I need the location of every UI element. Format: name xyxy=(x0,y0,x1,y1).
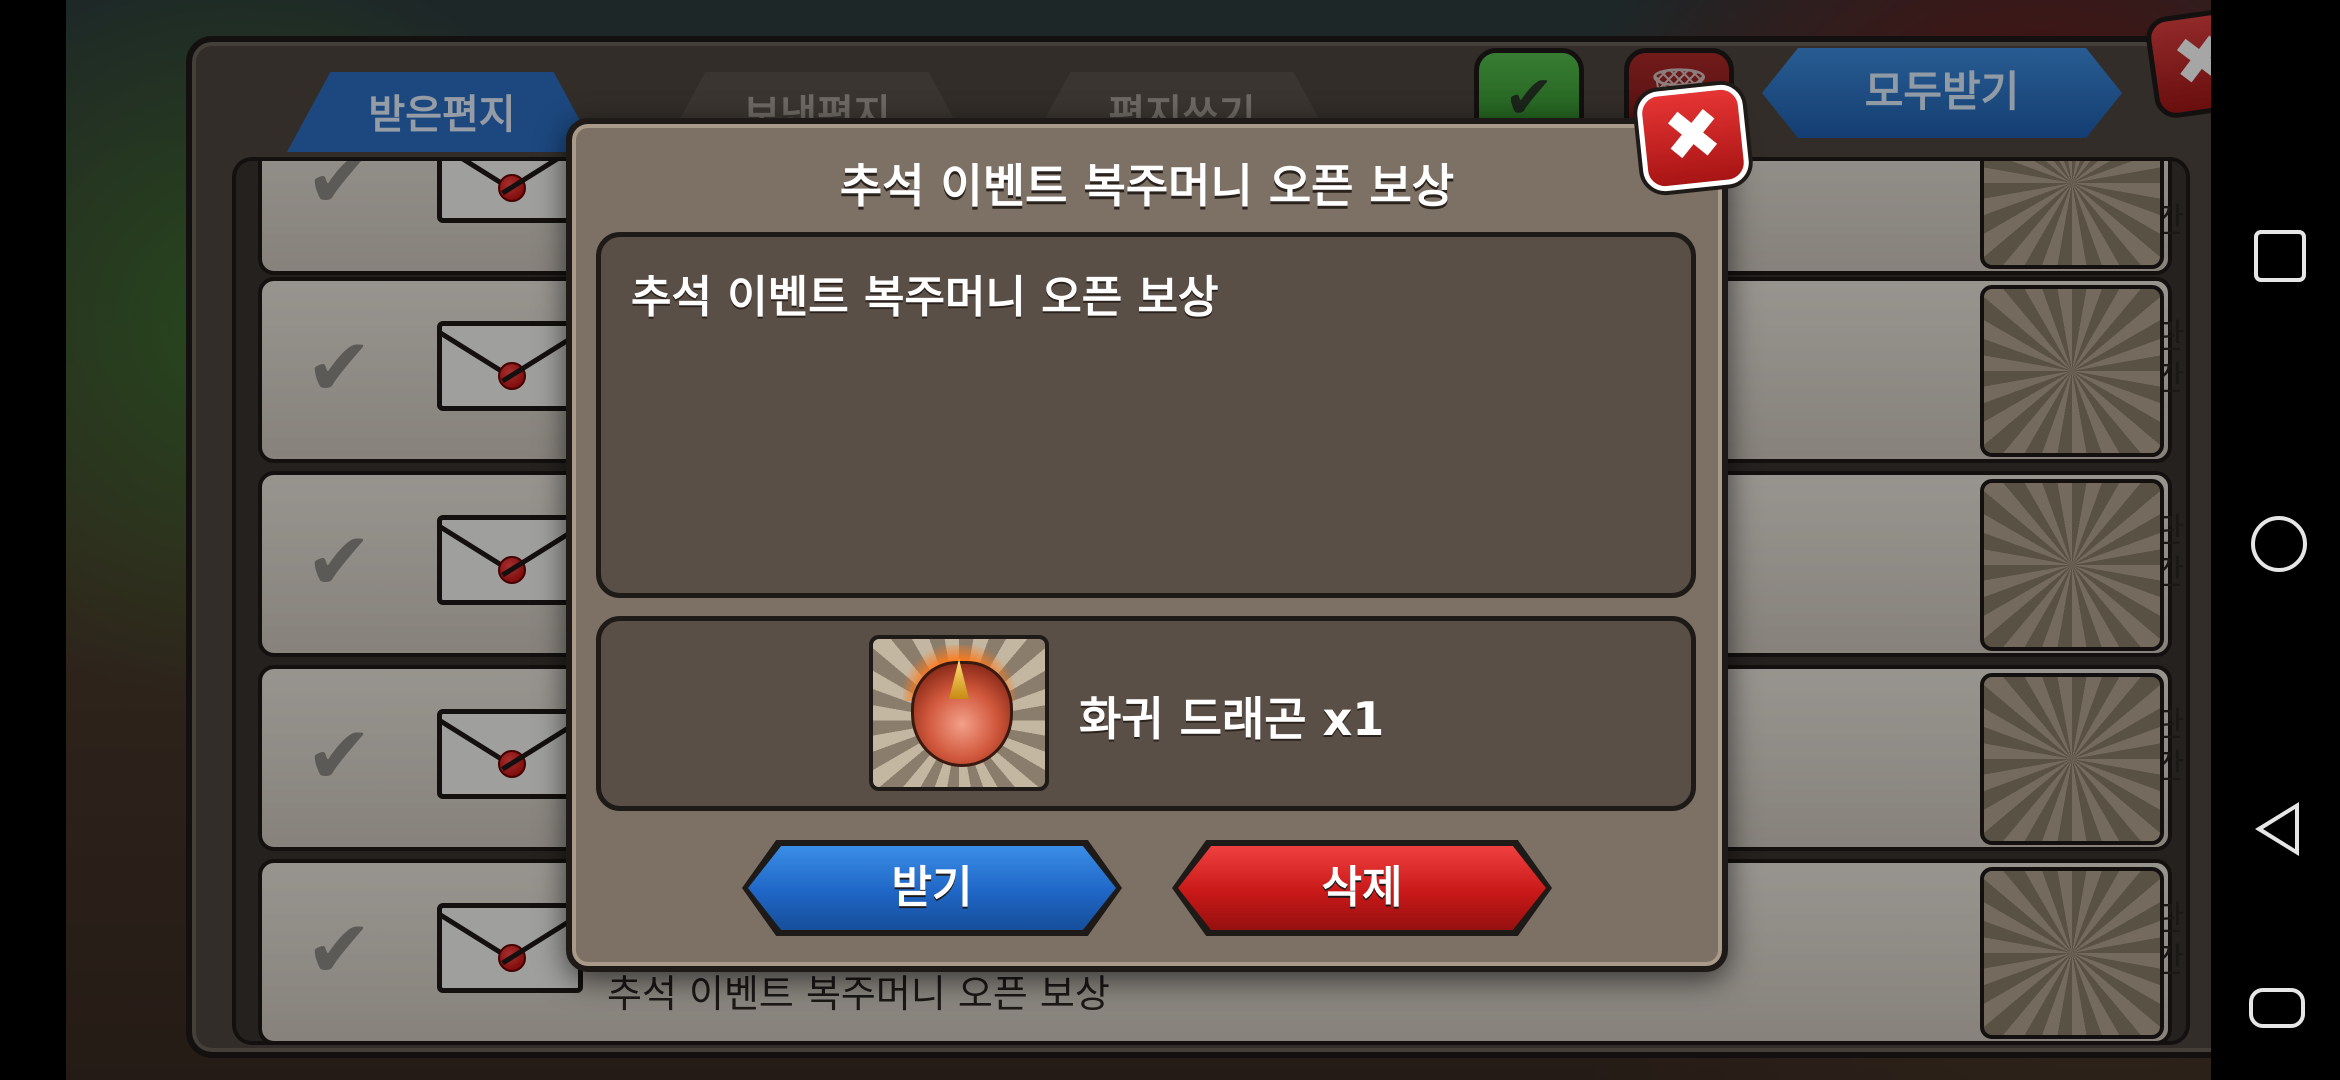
popup-close-button[interactable]: ✖ xyxy=(1635,82,1751,194)
close-icon: ✖ xyxy=(1659,91,1727,179)
delete-button-label: 삭제 xyxy=(1321,862,1403,913)
recents-button[interactable] xyxy=(2211,192,2340,312)
back-button[interactable] xyxy=(2211,768,2340,888)
reward-box: 화귀 드래곤 x1 xyxy=(596,616,1696,811)
popup-message-box: 추석 이벤트 복주머니 오픈 보상 xyxy=(596,232,1696,598)
receive-button[interactable]: 받기 xyxy=(742,840,1122,936)
game-tools-button[interactable] xyxy=(2211,952,2340,1072)
gamepad-icon xyxy=(2249,988,2305,1028)
popup-message-text: 추석 이벤트 복주머니 오픈 보상 xyxy=(631,272,1219,323)
reward-label: 화귀 드래곤 x1 xyxy=(1079,692,1385,746)
home-button[interactable] xyxy=(2211,480,2340,600)
popup-title: 추석 이벤트 복주머니 오픈 보상 xyxy=(839,159,1455,213)
receive-button-label: 받기 xyxy=(891,862,973,913)
mail-detail-popup: 추석 이벤트 복주머니 오픈 보상 ✖ 추석 이벤트 복주머니 오픈 보상 화귀… xyxy=(566,82,1751,972)
home-icon xyxy=(2251,516,2307,572)
delete-button[interactable]: 삭제 xyxy=(1172,840,1552,936)
android-nav-bar xyxy=(2211,0,2340,1080)
recents-icon xyxy=(2254,230,2306,282)
dragon-icon xyxy=(869,635,1049,791)
